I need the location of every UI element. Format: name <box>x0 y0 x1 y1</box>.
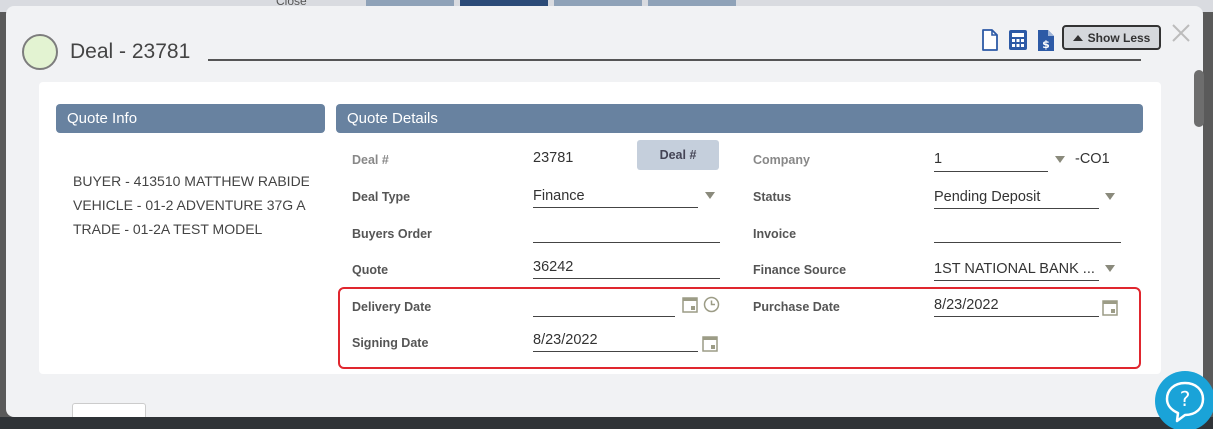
company-label: Company <box>753 153 810 167</box>
background-footer <box>0 417 1213 429</box>
finance-source-label: Finance Source <box>753 263 847 277</box>
deal-number-label: Deal # <box>352 153 389 167</box>
invoice-label: Invoice <box>753 227 797 241</box>
company-suffix: -CO1 <box>1075 151 1110 167</box>
status-select[interactable]: Pending Deposit <box>934 189 1094 205</box>
invoice-underline <box>934 242 1121 243</box>
collapsed-section-tab[interactable] <box>72 403 146 417</box>
finance-source-select[interactable]: 1ST NATIONAL BANK ... <box>934 261 1096 277</box>
deal-type-select[interactable]: Finance <box>533 188 693 204</box>
deal-number-button[interactable]: Deal # <box>637 140 719 170</box>
help-chat-icon: ? <box>1165 381 1205 423</box>
buyers-order-underline <box>533 242 720 243</box>
company-select[interactable]: 1 <box>934 151 1044 167</box>
deal-type-label: Deal Type <box>352 190 411 204</box>
finance-source-underline <box>934 280 1099 281</box>
quote-info-trade: TRADE - 01-2A TEST MODEL <box>73 221 263 237</box>
svg-text:$: $ <box>1042 38 1050 51</box>
deal-type-underline <box>533 207 698 208</box>
company-dropdown-caret-icon[interactable] <box>1055 156 1065 163</box>
deal-status-indicator <box>22 34 58 70</box>
finance-source-dropdown-caret-icon[interactable] <box>1105 265 1115 272</box>
help-button[interactable]: ? <box>1155 371 1213 429</box>
quote-label: Quote <box>352 263 389 277</box>
close-icon[interactable] <box>1170 22 1192 44</box>
quote-details-title: Quote Details <box>347 110 438 127</box>
quote-info-vehicle: VEHICLE - 01-2 ADVENTURE 37G A <box>73 197 306 213</box>
deal-type-dropdown-caret-icon[interactable] <box>705 192 715 199</box>
dialog-title: Deal - 23781 <box>70 40 191 63</box>
date-fields-highlight <box>338 287 1141 369</box>
quote-info-buyer: BUYER - 413510 MATTHEW RABIDEAU <box>73 173 309 189</box>
caret-up-icon <box>1072 34 1083 41</box>
status-dropdown-caret-icon[interactable] <box>1105 193 1115 200</box>
quote-info-title: Quote Info <box>67 110 138 127</box>
deal-number-value: 23781 <box>533 150 574 166</box>
status-label: Status <box>753 190 792 204</box>
show-less-button[interactable]: Show Less <box>1062 25 1161 50</box>
dollar-document-icon[interactable]: $ <box>1035 28 1057 52</box>
calculator-icon[interactable] <box>1007 28 1029 52</box>
deal-number-button-label: Deal # <box>659 148 697 162</box>
quote-info-header: Quote Info <box>56 104 325 133</box>
buyers-order-label: Buyers Order <box>352 227 432 241</box>
document-icon[interactable] <box>979 28 1001 52</box>
show-less-label: Show Less <box>1087 30 1151 45</box>
quote-details-header: Quote Details <box>336 104 1143 133</box>
svg-text:?: ? <box>1180 387 1191 411</box>
status-underline <box>934 208 1099 209</box>
title-divider <box>208 59 1141 61</box>
quote-underline <box>533 278 720 279</box>
scrollbar-thumb[interactable] <box>1194 70 1204 127</box>
company-underline <box>934 171 1048 172</box>
quote-input[interactable]: 36242 <box>533 259 718 275</box>
